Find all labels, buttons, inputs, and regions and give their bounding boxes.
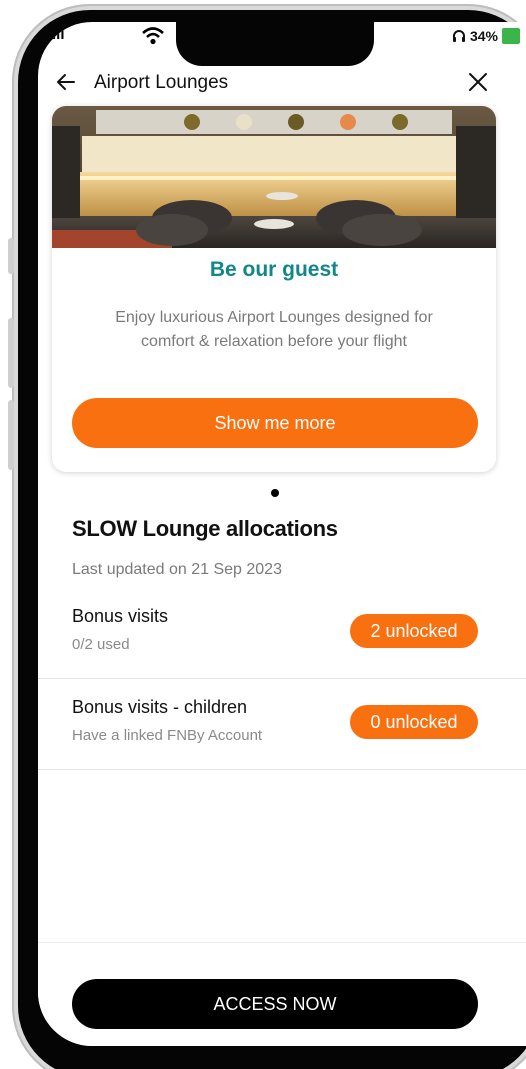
side-button-volume-up <box>8 318 14 388</box>
wifi-icon <box>142 27 164 45</box>
show-me-more-button[interactable]: Show me more <box>72 398 478 448</box>
access-now-button[interactable]: ACCESS NOW <box>72 979 478 1029</box>
arrow-left-icon[interactable] <box>54 70 78 94</box>
battery-percent: 34% <box>469 28 498 44</box>
last-updated-text: Last updated on 21 Sep 2023 <box>72 561 282 578</box>
footer-bar: ACCESS NOW <box>38 942 526 1046</box>
promo-description: Enjoy luxurious Airport Lounges designed… <box>115 309 433 350</box>
app-header: Airport Lounges <box>38 62 526 106</box>
promo-title: Be our guest <box>209 258 339 281</box>
notch <box>176 22 374 66</box>
promo-card: Be our guest Enjoy luxurious Airport Lou… <box>52 106 496 472</box>
headphones-icon <box>452 30 465 42</box>
unlocked-badge: 0 unlocked <box>350 705 478 739</box>
battery-icon <box>502 28 520 44</box>
side-button-mute <box>8 238 14 274</box>
close-icon[interactable] <box>466 70 490 94</box>
allocation-title: Bonus visits <box>72 606 169 626</box>
allocation-subtitle: Have a linked FNBy Account <box>72 727 263 744</box>
status-right: 34% <box>452 28 520 44</box>
allocation-subtitle: 0/2 used <box>72 636 130 653</box>
app-screen: ıll 34% Airport Lounges Be our guest Enj… <box>38 22 526 1046</box>
side-button-volume-down <box>8 400 14 470</box>
stage: ıll 34% Airport Lounges Be our guest Enj… <box>0 0 526 1069</box>
signal-indicator: ıll <box>52 26 65 43</box>
allocations-title: SLOW Lounge allocations <box>72 516 338 541</box>
unlocked-badge: 2 unlocked <box>350 614 478 648</box>
lounge-hero-image <box>52 106 496 248</box>
page-title: Airport Lounges <box>94 72 229 93</box>
allocation-row-bonus-visits-children[interactable]: Bonus visits - children Have a linked FN… <box>38 679 526 770</box>
allocation-title: Bonus visits - children <box>72 697 248 717</box>
carousel-page-indicator[interactable] <box>271 489 279 497</box>
allocation-row-bonus-visits[interactable]: Bonus visits 0/2 used 2 unlocked <box>38 588 526 679</box>
